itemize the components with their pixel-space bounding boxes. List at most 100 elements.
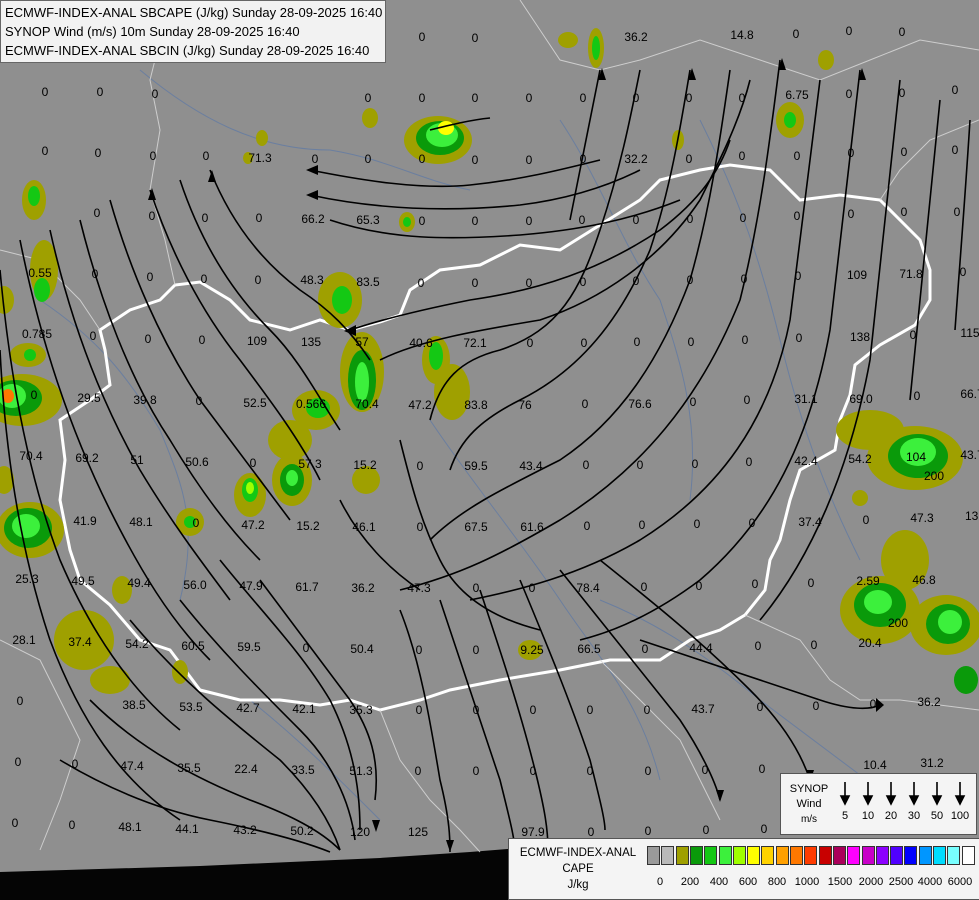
- cape-legend-title-2: CAPE: [562, 863, 594, 875]
- cape-color-swatch: [890, 846, 904, 865]
- cape-value-label: 0: [702, 823, 710, 837]
- cape-tick-label: 0: [656, 876, 664, 888]
- cape-value-label: 0: [582, 458, 590, 472]
- cape-value-label: 0: [526, 336, 534, 350]
- cape-value-label: 47.3: [407, 581, 431, 595]
- cape-value-label: 48.3: [300, 273, 324, 287]
- cape-value-label: 0: [192, 516, 200, 530]
- cape-value-label: 0: [415, 643, 423, 657]
- cape-tick-label: 600: [738, 876, 758, 888]
- cape-value-label: 10.4: [863, 758, 887, 772]
- cape-value-label: 0: [685, 91, 693, 105]
- cape-value-label: 0: [30, 388, 38, 402]
- cape-value-label: 0: [311, 152, 319, 166]
- cape-value-label: 0: [418, 30, 426, 44]
- cape-value-label: 0: [687, 335, 695, 349]
- cape-value-label: 59.5: [237, 640, 261, 654]
- cape-value-label: 70.4: [355, 397, 379, 411]
- weather-map[interactable]: 0 36.2 14.8 0 0 0 0 0 0 0 0 0 0 0 0 0 0 0 0 6.75 0 0 0 0 0 0 0 71.3…: [0, 0, 979, 900]
- cape-color-swatch: [704, 846, 718, 865]
- cape-value-label: 0: [643, 703, 651, 717]
- down-arrow-icon: [862, 795, 874, 806]
- cape-value-label: 2.59: [856, 574, 880, 588]
- cape-value-label: 0: [529, 764, 537, 778]
- cape-value-label: 47.2: [408, 398, 432, 412]
- wind-legend-title-2: Wind: [796, 798, 822, 810]
- cape-tick-label: 6000: [947, 876, 973, 888]
- cape-value-label: 71.8: [899, 267, 923, 281]
- down-arrow-icon: [931, 795, 943, 806]
- cape-value-label: 9.25: [520, 643, 544, 657]
- header-line-sbcape: ECMWF-INDEX-ANAL SBCAPE (J/kg) Sunday 28…: [5, 5, 383, 20]
- cape-value-label: 76: [518, 398, 532, 412]
- cape-value-label: 47.2: [241, 518, 265, 532]
- cape-value-label: 37.4: [798, 515, 822, 529]
- cape-value-label: 0: [686, 273, 694, 287]
- cape-value-label: 42.1: [292, 702, 316, 716]
- cape-value-label: 61.7: [295, 580, 319, 594]
- cape-value-label: 0: [900, 145, 908, 159]
- cape-value-label: 66.2: [301, 212, 325, 226]
- cape-value-label: 0: [91, 267, 99, 281]
- cape-value-label: 0: [640, 580, 648, 594]
- cape-value-label: 0: [953, 205, 961, 219]
- cape-value-label: 0: [898, 86, 906, 100]
- cape-value-label: 52.5: [243, 396, 267, 410]
- cape-value-label: 36.2: [351, 581, 375, 595]
- cape-tick-label: 4000: [917, 876, 943, 888]
- cape-value-label: 70.4: [19, 449, 43, 463]
- cape-color-swatch: [847, 846, 861, 865]
- cape-value-label: 0: [68, 818, 76, 832]
- cape-value-label: 49.5: [71, 574, 95, 588]
- cape-color-swatch: [861, 846, 875, 865]
- cape-value-label: 0: [793, 209, 801, 223]
- cape-value-label: 0: [579, 152, 587, 166]
- cape-value-label: 66.7: [960, 387, 979, 401]
- cape-value-label: 72.1: [463, 336, 487, 350]
- down-arrow-icon: [885, 795, 897, 806]
- cape-value-label: 125: [407, 825, 429, 839]
- cape-value-label: 0: [689, 395, 697, 409]
- cape-tick-label: 400: [709, 876, 729, 888]
- cape-value-label: 0: [847, 146, 855, 160]
- cape-value-label: 97.9: [521, 825, 545, 839]
- cape-value-label: 57.3: [298, 457, 322, 471]
- cape-value-label: 54.2: [848, 452, 872, 466]
- cape-value-label: 0: [302, 641, 310, 655]
- cape-value-label: 0: [760, 822, 768, 836]
- cape-value-label: 104: [905, 450, 927, 464]
- cape-value-label: 56.0: [183, 578, 207, 592]
- cape-value-label: 0: [416, 520, 424, 534]
- cape-value-label: 0: [418, 91, 426, 105]
- wind-arrows: [839, 782, 966, 806]
- cape-value-label: 0: [586, 764, 594, 778]
- cape-value-label: 6.75: [785, 88, 809, 102]
- cape-value-label: 0: [633, 335, 641, 349]
- cape-value-label: 0: [471, 91, 479, 105]
- cape-value-label: 0: [471, 276, 479, 290]
- wind-speed-50: 50: [930, 810, 944, 822]
- cape-value-label: 0: [807, 576, 815, 590]
- cape-value-label: 0: [745, 455, 753, 469]
- cape-value-label: 39.8: [133, 393, 157, 407]
- cape-value-label: 43.7: [960, 448, 979, 462]
- cape-value-label: 15.2: [353, 458, 377, 472]
- cape-value-label: 0: [685, 152, 693, 166]
- cape-value-label: 0: [644, 824, 652, 838]
- cape-value-label: 59.5: [464, 459, 488, 473]
- cape-value-label: 0: [529, 703, 537, 717]
- cape-value-label: 25.3: [15, 572, 39, 586]
- cape-value-label: 0: [144, 332, 152, 346]
- cape-value-label: 69.2: [75, 451, 99, 465]
- cape-color-swatch: [718, 846, 732, 865]
- down-arrow-icon: [839, 795, 851, 806]
- cape-color-swatch: [832, 846, 846, 865]
- cape-tick-label: 1000: [794, 876, 820, 888]
- cape-value-label: 200: [923, 469, 945, 483]
- cape-value-label: 0: [756, 700, 764, 714]
- cape-value-label: 0: [525, 153, 533, 167]
- cape-value-label: 0: [738, 149, 746, 163]
- cape-value-label: 0.785: [21, 327, 53, 341]
- header-line-wind: SYNOP Wind (m/s) 10m Sunday 28-09-2025 1…: [5, 24, 300, 39]
- cape-value-label: 0: [701, 763, 709, 777]
